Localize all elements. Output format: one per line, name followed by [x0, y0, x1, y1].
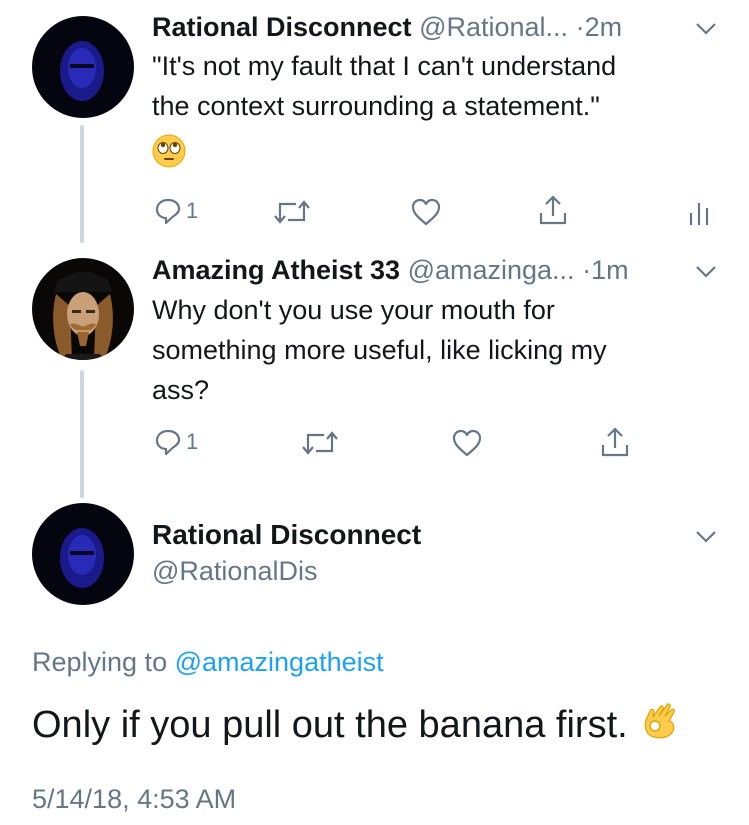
like-icon	[411, 198, 441, 226]
reply-count: 1	[186, 429, 199, 454]
tweet-text-line: the context surrounding a statement."	[152, 91, 600, 121]
reply-icon	[155, 429, 181, 456]
share-icon	[539, 195, 567, 225]
tweet-header: Rational Disconnect @Rational... ·2m	[152, 10, 622, 44]
avatar[interactable]	[32, 16, 134, 118]
tweet-text-line: something more useful, like licking my	[152, 335, 607, 365]
reply-button[interactable]: 1	[154, 197, 198, 225]
tweet-time[interactable]: 2m	[585, 12, 623, 42]
display-name[interactable]: Amazing Atheist 33	[152, 255, 400, 285]
chevron-down-icon[interactable]	[695, 530, 717, 549]
user-handle[interactable]: @RationalDis	[152, 554, 317, 588]
avatar[interactable]	[32, 503, 134, 605]
replying-to-label: Replying to	[32, 647, 168, 677]
reply-icon	[155, 198, 181, 225]
thread-line	[80, 125, 84, 243]
avatar[interactable]	[32, 258, 134, 360]
like-button[interactable]	[451, 428, 483, 458]
tweet-header: Amazing Atheist 33 @amazinga... ·1m	[152, 253, 629, 287]
time-separator: ·	[582, 255, 592, 285]
face-with-rolling-eyes-icon	[152, 134, 186, 173]
time-separator: ·	[575, 12, 585, 42]
reply-count: 1	[186, 198, 199, 223]
like-button[interactable]	[410, 197, 442, 227]
tweet-timestamp[interactable]: 5/14/18, 4:53 AM	[32, 782, 236, 816]
tweet-text-line: Why don't you use your mouth for	[152, 295, 555, 325]
focused-tweet-text: Only if you pull out the banana first.	[32, 697, 680, 753]
analytics-button[interactable]	[688, 197, 712, 227]
user-handle[interactable]: @amazinga...	[408, 255, 575, 285]
reply-button[interactable]: 1	[154, 428, 198, 456]
retweet-icon	[302, 431, 338, 455]
display-name[interactable]: Rational Disconnect	[152, 518, 421, 552]
ok-hand-icon	[640, 697, 680, 753]
tweet-text-line: "It's not my fault that I can't understa…	[152, 51, 617, 81]
share-icon	[601, 427, 629, 457]
chevron-down-icon[interactable]	[695, 265, 717, 284]
retweet-icon	[274, 200, 310, 224]
like-icon	[452, 429, 482, 457]
share-button[interactable]	[538, 194, 568, 226]
tweet-text-line: ass?	[152, 375, 210, 405]
share-button[interactable]	[600, 426, 630, 458]
user-handle[interactable]: @Rational...	[419, 12, 568, 42]
chevron-down-icon[interactable]	[695, 22, 717, 41]
retweet-button[interactable]	[272, 199, 312, 225]
replying-to: Replying to @amazingatheist	[32, 645, 384, 679]
display-name[interactable]: Rational Disconnect	[152, 12, 412, 42]
replying-to-handle[interactable]: @amazingatheist	[175, 647, 384, 677]
tweet-text: Only if you pull out the banana first.	[32, 704, 628, 746]
thread-line	[80, 370, 84, 498]
tweet-time[interactable]: 1m	[591, 255, 629, 285]
retweet-button[interactable]	[300, 430, 340, 456]
analytics-icon	[689, 203, 709, 225]
